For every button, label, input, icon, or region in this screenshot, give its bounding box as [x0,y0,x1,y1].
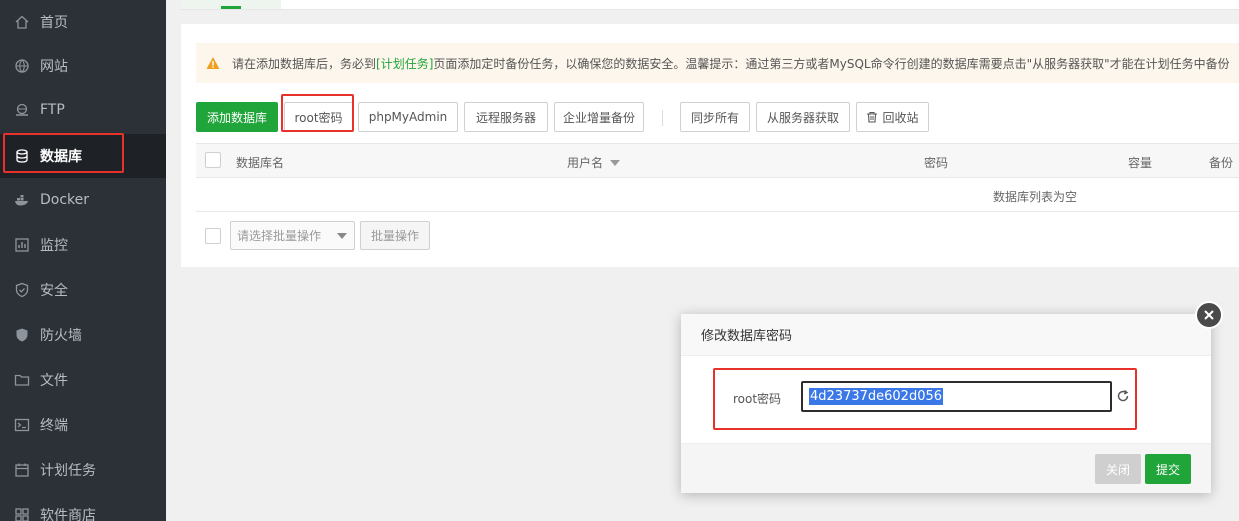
sidebar-item-ftp[interactable]: FTP [0,88,166,132]
tab-active-indicator [221,6,241,9]
sidebar-item-label: 防火墙 [40,328,82,344]
top-tab-bar [181,0,1239,10]
sidebar-item-database[interactable]: 数据库 [0,134,166,178]
batch-select-placeholder: 请选择批量操作 [237,229,322,243]
warning-icon [206,57,220,69]
add-database-button[interactable]: 添加数据库 [196,102,278,132]
sidebar-item-store[interactable]: 软件商店 [0,493,166,521]
column-size[interactable]: 容量 [1128,154,1152,171]
sidebar-item-cron[interactable]: 计划任务 [0,448,166,492]
column-password: 密码 [924,156,949,170]
refresh-icon[interactable] [1116,389,1130,403]
empty-message: 数据库列表为空 [993,190,1078,204]
sidebar-item-security[interactable]: 安全 [0,268,166,312]
sidebar-item-label: 网站 [40,59,68,75]
batch-operation-button[interactable]: 批量操作 [360,221,430,250]
close-button[interactable]: 关闭 [1095,454,1141,484]
recycle-bin-button[interactable]: 回收站 [856,102,929,132]
sidebar-item-terminal[interactable]: 终端 [0,403,166,447]
sidebar-item-label: 安全 [40,283,68,299]
sidebar-item-label: 监控 [40,238,68,254]
sidebar-item-label: 数据库 [40,149,82,165]
batch-select-checkbox[interactable] [205,228,221,244]
globe-icon [12,56,32,76]
sync-all-button[interactable]: 同步所有 [680,102,750,132]
submit-button[interactable]: 提交 [1145,454,1191,484]
sidebar-item-label: 软件商店 [40,508,96,521]
cron-task-link[interactable]: [计划任务] [376,55,433,72]
dialog-title: 修改数据库密码 [681,314,1211,356]
remote-server-button[interactable]: 远程服务器 [464,102,548,132]
table-empty-row: 数据库列表为空 [196,178,1239,212]
sidebar-item-docker[interactable]: Docker [0,178,166,222]
toolbar-divider [662,110,663,126]
warning-text-before: 请在添加数据库后，务必到 [232,56,377,71]
sidebar-item-firewall[interactable]: 防火墙 [0,313,166,357]
trash-icon [867,111,878,123]
sidebar-item-label: 计划任务 [40,463,96,479]
sort-down-icon [609,160,620,166]
terminal-icon [12,415,32,435]
sidebar-item-label: 终端 [40,418,68,434]
column-db-name[interactable]: 数据库名 [236,154,284,171]
root-password-input[interactable]: 4d23737de602d056 [801,381,1112,412]
database-panel: 请在添加数据库后，务必到 [计划任务] 页面添加定时备份任务，以确保您的数据安全。温… [181,24,1239,267]
sidebar-item-label: FTP [40,102,65,118]
recycle-bin-label: 回收站 [882,110,919,125]
chevron-down-icon [337,233,347,239]
sidebar-item-label: 首页 [40,15,68,31]
change-password-dialog: 修改数据库密码 root密码 4d23737de602d056 关闭 提交 [681,314,1211,493]
batch-operation-select[interactable]: 请选择批量操作 [230,221,355,250]
sidebar-item-label: 文件 [40,373,68,389]
table-header: 数据库名 用户名 密码 容量 备份 [196,143,1239,178]
store-icon [12,505,32,521]
phpmyadmin-button[interactable]: phpMyAdmin [358,102,458,132]
sidebar-item-files[interactable]: 文件 [0,358,166,402]
sidebar-item-label: Docker [40,192,90,208]
firewall-icon [12,325,32,345]
sidebar-item-website[interactable]: 网站 [0,44,166,88]
root-password-label: root密码 [733,392,782,406]
dialog-close-icon[interactable] [1195,301,1223,329]
ftp-icon [12,100,32,120]
column-backup: 备份 [1209,156,1234,170]
tab-database[interactable] [181,0,281,9]
backup-warning: 请在添加数据库后，务必到 [计划任务] 页面添加定时备份任务，以确保您的数据安全。温… [196,43,1239,83]
home-icon [12,12,32,32]
root-password-button[interactable]: root密码 [284,102,353,132]
database-icon [12,146,32,166]
sidebar: 首页 网站 FTP 数据库 Docker 监控 安全 防火墙 文件 终端 计划任… [0,0,166,521]
column-username-label: 用户名 [567,156,604,170]
enterprise-backup-button[interactable]: 企业增量备份 [554,102,644,132]
select-all-checkbox[interactable] [205,152,221,168]
sidebar-item-monitor[interactable]: 监控 [0,223,166,267]
shield-icon [12,280,32,300]
sidebar-item-home[interactable]: 首页 [0,0,166,44]
dialog-footer: 关闭 提交 [681,443,1211,493]
monitor-icon [12,235,32,255]
fetch-from-server-button[interactable]: 从服务器获取 [756,102,850,132]
column-username[interactable]: 用户名 [567,154,620,171]
docker-icon [12,190,32,210]
root-password-value: 4d23737de602d056 [809,388,944,405]
folder-icon [12,370,32,390]
warning-text-after: 页面添加定时备份任务，以确保您的数据安全。温馨提示：通过第三方或者MySQL命令… [433,56,1230,71]
calendar-icon [12,460,32,480]
